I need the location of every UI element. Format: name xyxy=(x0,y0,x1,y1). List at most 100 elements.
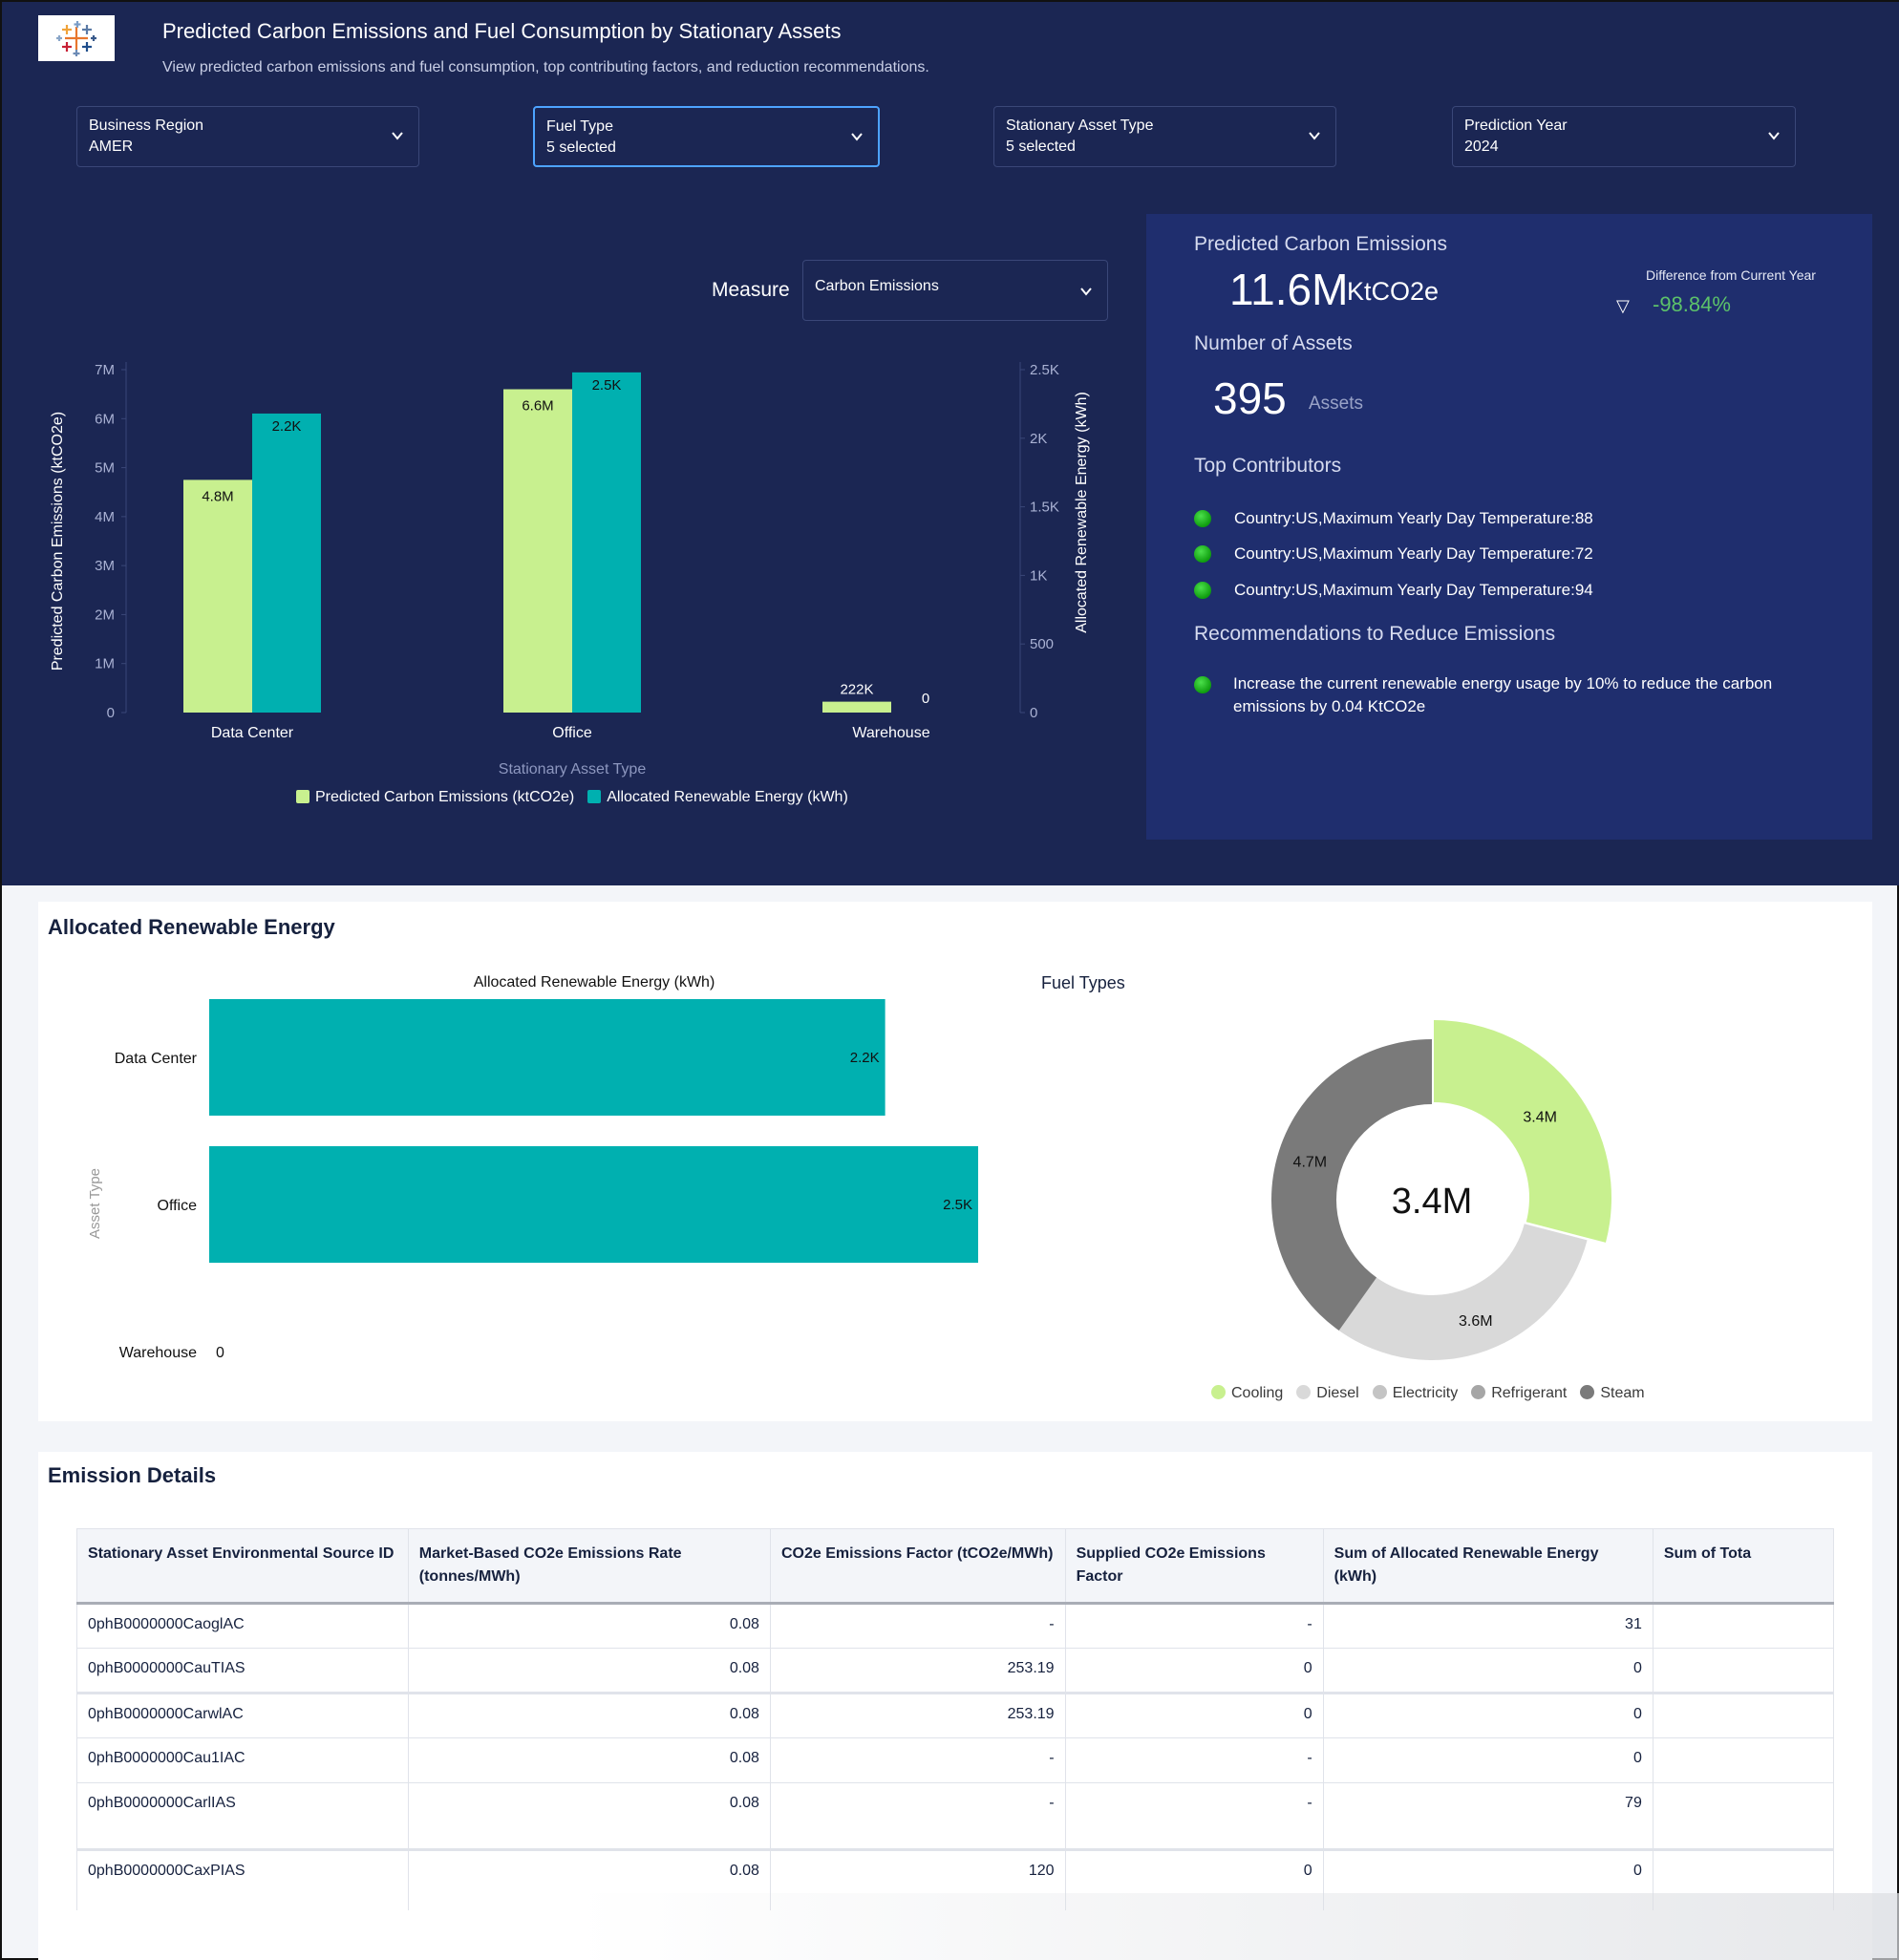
y-tick-label: 6M xyxy=(95,411,115,427)
bar-emissions[interactable] xyxy=(503,389,572,713)
green-bullet-icon xyxy=(1194,582,1211,599)
recommendations-heading: Recommendations to Reduce Emissions xyxy=(1194,623,1556,645)
measure-label: Measure xyxy=(712,279,790,301)
bar-label-renewable: 2.5K xyxy=(592,377,622,394)
value-cell: 0 xyxy=(1064,1648,1324,1694)
dashboard-header-band: Predicted Carbon Emissions and Fuel Cons… xyxy=(2,2,1899,885)
source-id-cell: 0phB0000000Cau1IAC xyxy=(76,1737,409,1783)
filter-business-region[interactable]: Business Region AMER xyxy=(76,106,419,167)
table-row[interactable]: 0phB0000000Cau1IAC 0.08- -0 xyxy=(76,1737,1834,1783)
bar-renewable[interactable] xyxy=(572,372,641,713)
value-cell: 0 xyxy=(1322,1648,1654,1694)
bar-emissions[interactable] xyxy=(822,701,891,713)
bar-label-emissions: 4.8M xyxy=(202,488,233,504)
renewable-energy-section: Allocated Renewable Energy xyxy=(38,902,1872,1421)
value-cell: 0.08 xyxy=(407,1782,771,1850)
legend-item-renewable[interactable]: Allocated Renewable Energy (kWh) xyxy=(587,789,848,806)
section-title: Emission Details xyxy=(48,1463,217,1487)
fuel-types-legend: Cooling Diesel Electricity Refrigerant S… xyxy=(1211,1385,1645,1402)
legend-label: Cooling xyxy=(1231,1385,1284,1401)
emissions-by-asset-type-chart: 0 1M 2M 3M 4M 5M 6M 7M 0 500 1K 1.5K 2K 2.5K Predicted… xyxy=(50,362,1090,778)
page-subtitle: View predicted carbon emissions and fuel… xyxy=(162,59,929,75)
assets-heading: Number of Assets xyxy=(1194,332,1353,354)
legend-dot xyxy=(1211,1385,1226,1399)
source-id-cell: 0phB0000000CarwlAC xyxy=(76,1692,409,1738)
tableau-logo xyxy=(38,15,115,61)
assets-unit: Assets xyxy=(1309,394,1364,414)
chevron-down-icon xyxy=(392,132,403,140)
x-axis-title: Stationary Asset Type xyxy=(499,761,647,778)
value-cell: 0 xyxy=(1322,1737,1654,1783)
chevron-down-icon xyxy=(1768,132,1780,140)
legend-label: Electricity xyxy=(1392,1385,1459,1401)
filter-fuel-type[interactable]: Fuel Type 5 selected xyxy=(533,106,880,167)
filter-label: Business Region xyxy=(89,117,204,134)
emission-details-table-viewport[interactable]: Stationary Asset Environmental Source ID… xyxy=(76,1528,1834,1910)
value-cell: 0.08 xyxy=(407,1648,771,1694)
legend-dot xyxy=(1471,1385,1486,1399)
filter-stationary-asset-type[interactable]: Stationary Asset Type 5 selected xyxy=(993,106,1336,167)
column-header[interactable]: Supplied CO2e Emissions Factor xyxy=(1064,1528,1324,1605)
column-header[interactable]: Sum of Allocated Renewable Energy (kWh) xyxy=(1322,1528,1654,1605)
source-id-cell: 0phB0000000CarlIAS xyxy=(76,1782,409,1850)
legend-label: Diesel xyxy=(1316,1385,1359,1401)
column-header[interactable]: Sum of Tota xyxy=(1652,1528,1834,1605)
value-cell xyxy=(1652,1603,1834,1649)
value-cell xyxy=(1652,1648,1834,1694)
bar-emissions[interactable] xyxy=(183,479,252,713)
y-tick-label: 2M xyxy=(95,607,115,623)
bar-renewable[interactable] xyxy=(252,413,321,713)
chevron-down-icon xyxy=(851,133,863,141)
contributors-heading: Top Contributors xyxy=(1194,455,1342,477)
green-bullet-icon xyxy=(1194,545,1211,563)
contributor-item: Country:US,Maximum Yearly Day Temperatur… xyxy=(1234,544,1593,563)
measure-dropdown[interactable]: Carbon Emissions xyxy=(802,260,1108,321)
legend-item-steam[interactable]: Steam xyxy=(1580,1385,1645,1402)
y2-tick-label: 2.5K xyxy=(1030,362,1059,378)
legend-item-cooling[interactable]: Cooling xyxy=(1211,1385,1283,1402)
table-row[interactable]: 0phB0000000CarwlAC 0.08 253.19 0 0 xyxy=(76,1692,1834,1738)
chevron-down-icon xyxy=(1080,288,1092,296)
filter-value: AMER xyxy=(89,138,134,155)
green-bullet-icon xyxy=(1194,510,1211,527)
filter-prediction-year[interactable]: Prediction Year 2024 xyxy=(1452,106,1796,167)
y2-tick-label: 0 xyxy=(1030,705,1037,721)
recommendation-item: Increase the current renewable energy us… xyxy=(1233,674,1773,715)
filter-label: Fuel Type xyxy=(546,118,613,135)
legend-item-refrigerant[interactable]: Refrigerant xyxy=(1471,1385,1567,1402)
legend-item-emissions[interactable]: Predicted Carbon Emissions (ktCO2e) xyxy=(296,789,574,806)
legend-item-electricity[interactable]: Electricity xyxy=(1372,1385,1459,1402)
column-header[interactable]: Stationary Asset Environmental Source ID xyxy=(76,1528,409,1605)
column-header[interactable]: CO2e Emissions Factor (tCO2e/MWh) xyxy=(769,1528,1066,1605)
value-cell xyxy=(1652,1737,1834,1783)
value-cell: - xyxy=(1064,1737,1324,1783)
page-title: Predicted Carbon Emissions and Fuel Cons… xyxy=(162,19,842,43)
y-tick-label: 3M xyxy=(95,558,115,574)
value-cell: 253.19 xyxy=(769,1692,1066,1738)
legend-swatch xyxy=(296,790,309,803)
table-row[interactable]: 0phB0000000CarlIAS 0.08- -79 xyxy=(76,1782,1834,1850)
filter-value: 2024 xyxy=(1464,138,1499,155)
scroll-shadow xyxy=(575,1893,1899,1960)
legend-label: Steam xyxy=(1600,1385,1645,1401)
x-tick-label: Office xyxy=(552,725,592,741)
top-chart-legend: Predicted Carbon Emissions (ktCO2e) Allo… xyxy=(296,789,848,806)
legend-swatch xyxy=(587,790,602,803)
y2-tick-label: 500 xyxy=(1030,636,1054,652)
difference-label: Difference from Current Year xyxy=(1646,267,1816,283)
difference-value: -98.84% xyxy=(1653,292,1731,316)
value-cell: - xyxy=(769,1782,1066,1850)
y-axis-title: Predicted Carbon Emissions (ktCO2e) xyxy=(50,412,66,671)
y-tick-label: 4M xyxy=(95,509,115,525)
assets-value: 395 xyxy=(1213,373,1287,423)
legend-item-diesel[interactable]: Diesel xyxy=(1296,1385,1359,1402)
bar-label-renewable: 0 xyxy=(922,691,929,707)
table-row[interactable]: 0phB0000000CaoglAC 0.08- -31 xyxy=(76,1603,1834,1649)
triangle-down-icon: ▽ xyxy=(1616,296,1630,315)
table-row[interactable]: 0phB0000000CauTIAS 0.08 253.19 0 0 xyxy=(76,1648,1834,1694)
source-id-cell: 0phB0000000CaxPIAS xyxy=(76,1848,409,1910)
value-cell: 0.08 xyxy=(407,1603,771,1649)
value-cell: - xyxy=(769,1603,1066,1649)
column-header[interactable]: Market-Based CO2e Emissions Rate (tonnes… xyxy=(407,1528,771,1605)
legend-label: Allocated Renewable Energy (kWh) xyxy=(607,789,848,805)
